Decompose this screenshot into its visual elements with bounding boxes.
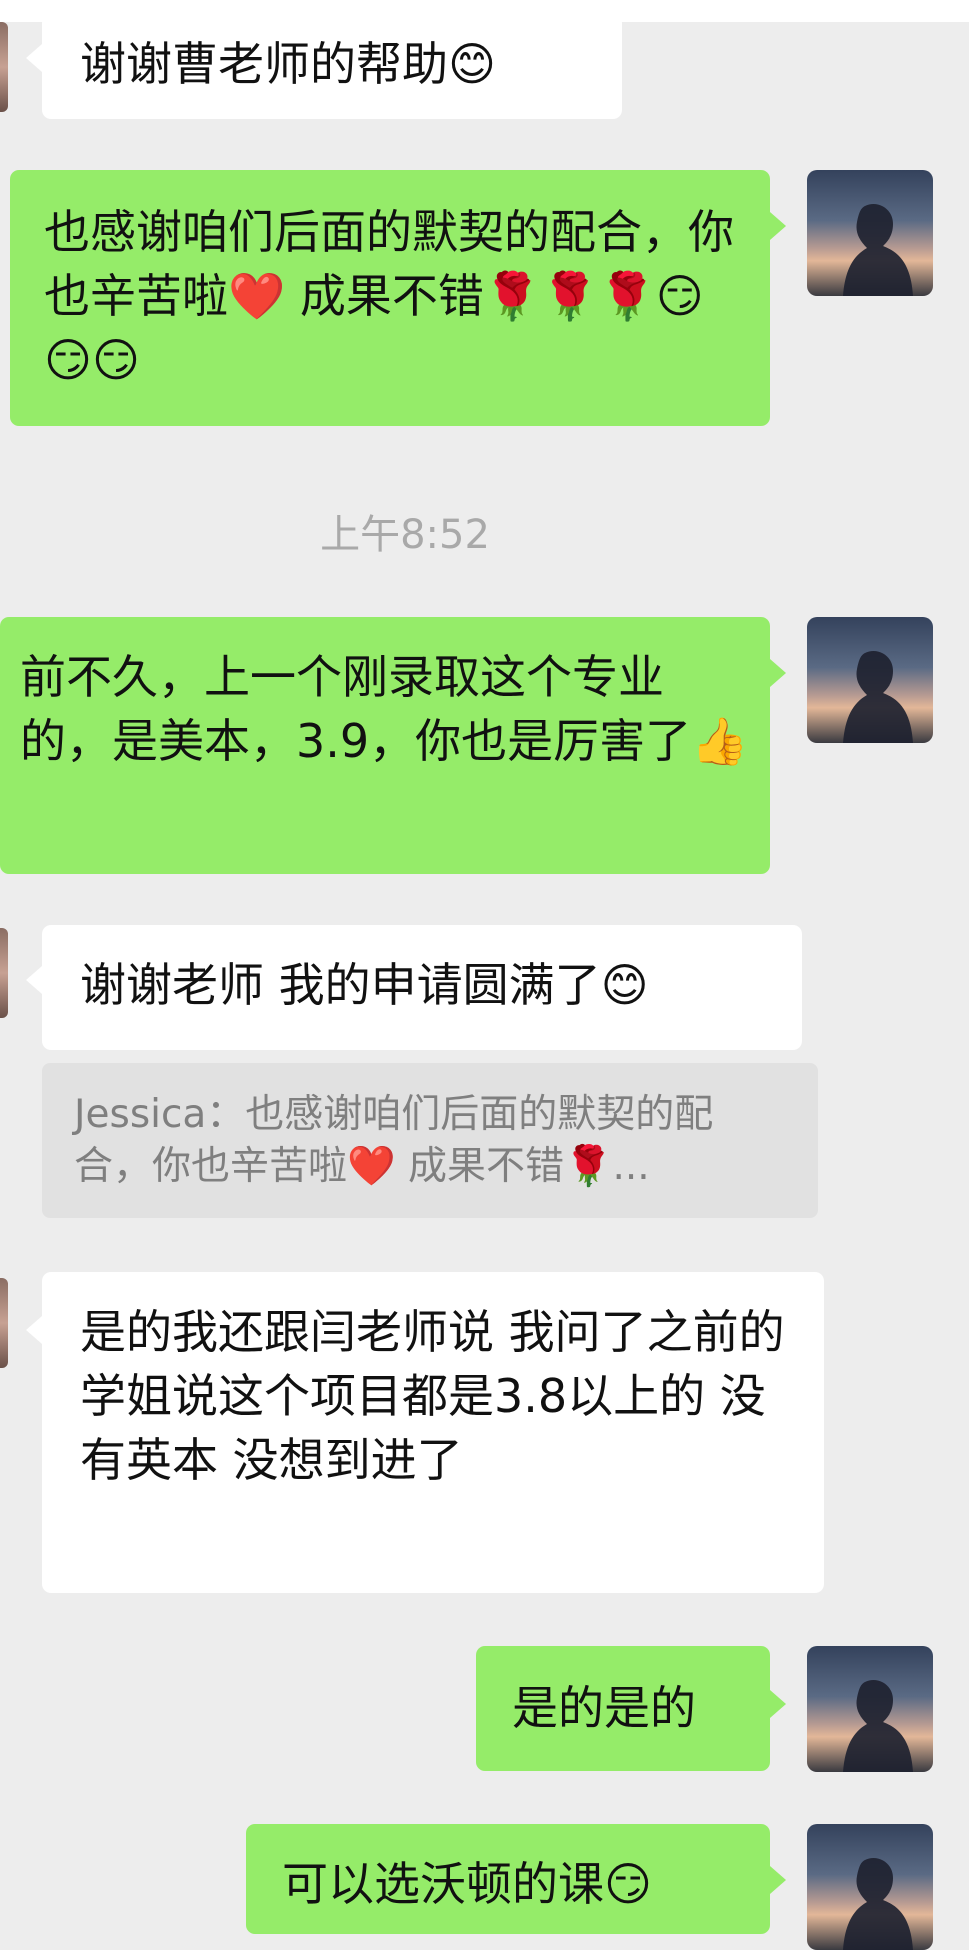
bubble-tail: [26, 44, 42, 72]
bubble-tail: [770, 1866, 786, 1894]
message-bubble-outgoing[interactable]: 是的是的: [476, 1646, 770, 1771]
bubble-tail: [770, 212, 786, 240]
message-text: 也感谢咱们后面的默契的配合，你也辛苦啦❤️ 成果不错🌹🌹🌹😏😏😏: [44, 205, 734, 387]
contact-avatar[interactable]: [0, 1278, 8, 1368]
bubble-tail: [770, 1690, 786, 1718]
user-avatar[interactable]: [807, 170, 933, 296]
user-avatar[interactable]: [807, 1646, 933, 1772]
message-bubble-outgoing[interactable]: 前不久，上一个刚录取这个专业的，是美本，3.9，你也是厉害了👍: [0, 617, 770, 874]
message-text: 可以选沃顿的课😏: [282, 1857, 652, 1911]
quoted-message[interactable]: Jessica：也感谢咱们后面的默契的配合，你也辛苦啦❤️ 成果不错🌹...: [42, 1063, 818, 1218]
quote-text: Jessica：也感谢咱们后面的默契的配合，你也辛苦啦❤️ 成果不错🌹...: [74, 1092, 714, 1189]
silhouette-icon: [843, 1858, 913, 1950]
message-text: 是的我还跟闫老师说 我问了之前的学姐说这个项目都是3.8以上的 没有英本 没想到…: [80, 1305, 785, 1487]
silhouette-icon: [843, 204, 913, 296]
contact-avatar[interactable]: [0, 928, 8, 1018]
message-bubble-incoming[interactable]: 谢谢老师 我的申请圆满了😊: [42, 925, 802, 1050]
message-bubble-outgoing[interactable]: 可以选沃顿的课😏: [246, 1824, 770, 1934]
user-avatar[interactable]: [807, 617, 933, 743]
silhouette-icon: [843, 651, 913, 743]
bubble-tail: [26, 1316, 42, 1344]
message-bubble-incoming[interactable]: 是的我还跟闫老师说 我问了之前的学姐说这个项目都是3.8以上的 没有英本 没想到…: [42, 1272, 824, 1593]
message-text: 谢谢老师 我的申请圆满了😊: [80, 958, 649, 1012]
bubble-tail: [770, 659, 786, 687]
message-text: 谢谢曹老师的帮助😊: [80, 37, 496, 91]
silhouette-icon: [843, 1680, 913, 1772]
timestamp: 上午8:52: [320, 512, 490, 558]
user-avatar[interactable]: [807, 1824, 933, 1950]
contact-avatar[interactable]: [0, 22, 8, 112]
message-text: 是的是的: [512, 1681, 696, 1735]
bubble-tail: [26, 966, 42, 994]
message-bubble-incoming[interactable]: 谢谢曹老师的帮助😊: [42, 14, 622, 119]
chat-view: 谢谢曹老师的帮助😊 也感谢咱们后面的默契的配合，你也辛苦啦❤️ 成果不错🌹🌹🌹😏…: [0, 0, 969, 1950]
message-text: 前不久，上一个刚录取这个专业的，是美本，3.9，你也是厉害了👍: [20, 650, 749, 768]
message-bubble-outgoing[interactable]: 也感谢咱们后面的默契的配合，你也辛苦啦❤️ 成果不错🌹🌹🌹😏😏😏: [10, 170, 770, 426]
